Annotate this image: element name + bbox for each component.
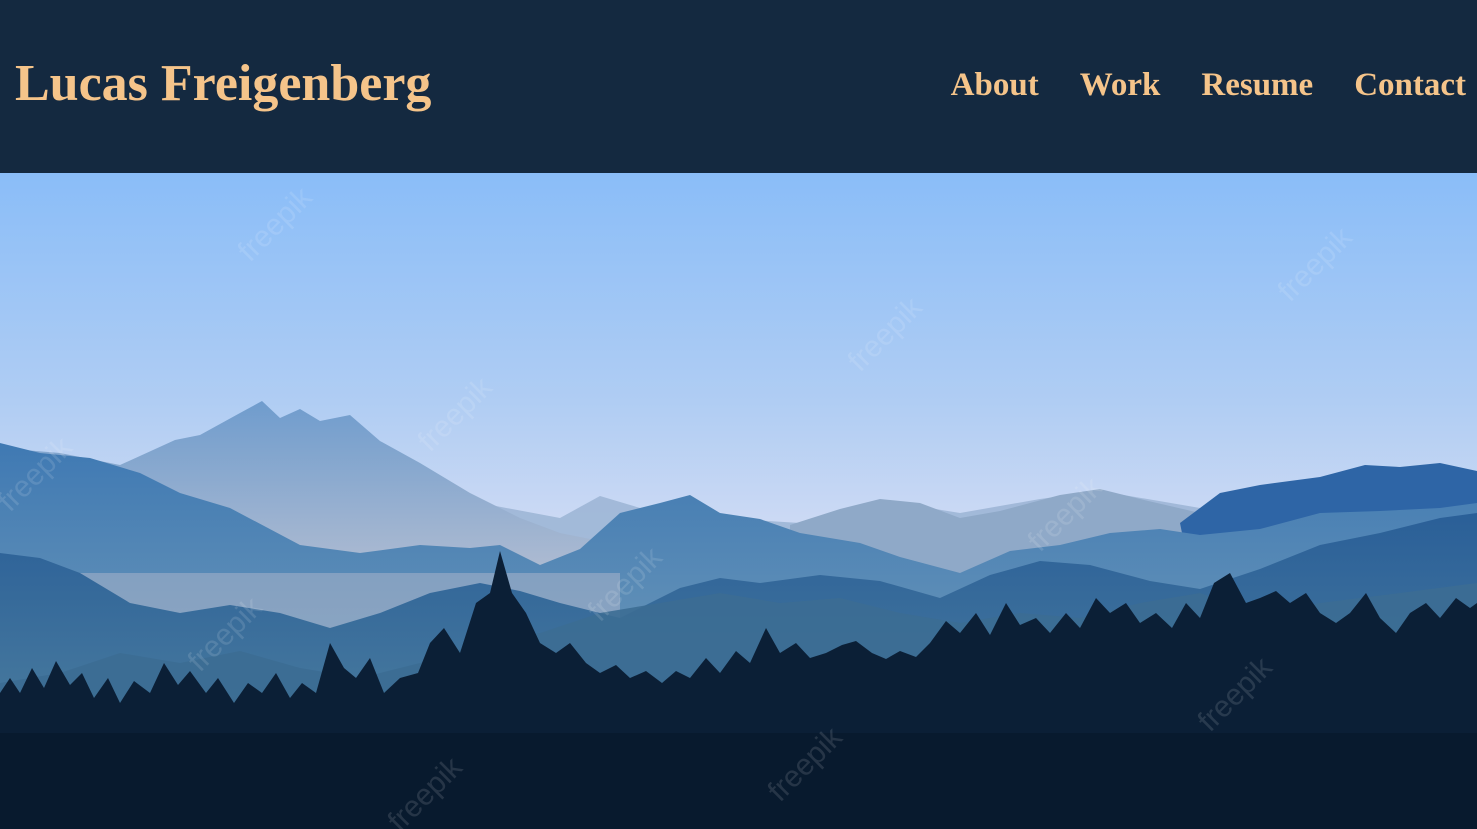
forest-floor: [0, 733, 1477, 829]
nav-link-resume[interactable]: Resume: [1201, 66, 1313, 104]
hero-landscape-image: freepik freepik freepik freepik freepik …: [0, 173, 1477, 829]
nav-link-work[interactable]: Work: [1080, 66, 1161, 104]
site-header: Lucas Freigenberg About Work Resume Cont…: [0, 0, 1477, 173]
site-title[interactable]: Lucas Freigenberg: [15, 52, 431, 116]
nav-link-contact[interactable]: Contact: [1354, 66, 1466, 104]
landscape-illustration: freepik freepik freepik freepik freepik …: [0, 173, 1477, 829]
nav-link-about[interactable]: About: [951, 66, 1039, 104]
main-nav: About Work Resume Contact: [951, 66, 1466, 104]
